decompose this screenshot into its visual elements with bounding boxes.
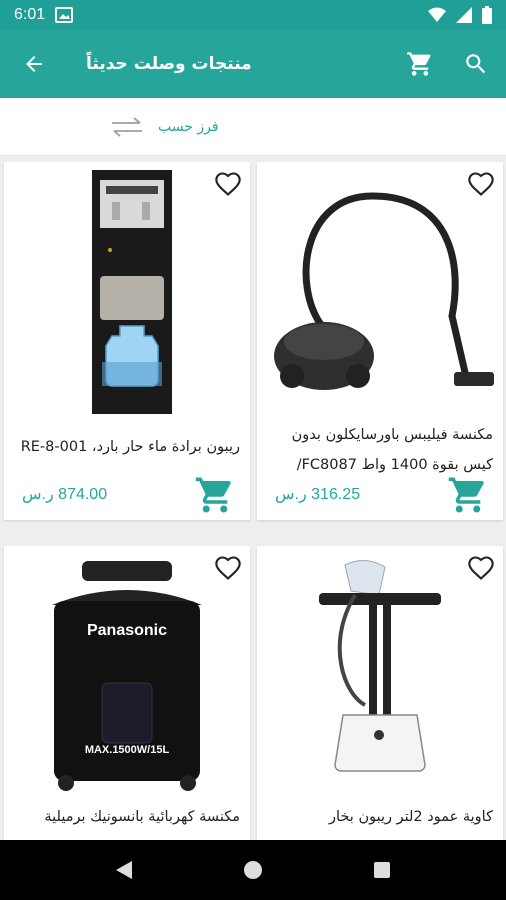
favorite-icon[interactable]: [467, 170, 495, 198]
system-nav-bar: [0, 840, 506, 900]
status-icons: [428, 6, 492, 24]
sort-label: فرز حسب: [158, 118, 219, 135]
signal-icon: [456, 7, 472, 23]
panasonic-brand-text: Panasonic: [87, 622, 167, 639]
add-to-cart-button[interactable]: [194, 474, 236, 516]
nav-back-icon[interactable]: [114, 859, 134, 881]
product-card[interactable]: مكنسة فيليبس باورسايكلون بدون كيس بقوة 1…: [257, 162, 503, 520]
search-button[interactable]: [452, 40, 500, 88]
product-image: [4, 162, 250, 420]
add-to-cart-icon: [195, 477, 231, 513]
battery-icon: [482, 6, 492, 24]
app-bar: منتجات وصلت حديثاً: [0, 30, 506, 98]
product-image: Panasonic MAX.1500W/15L: [4, 546, 250, 804]
arrow-back-icon: [26, 56, 42, 72]
product-name: مكنسة فيليبس باورسايكلون بدون كيس بقوة 1…: [291, 427, 493, 473]
shopping-cart-icon: [407, 52, 431, 76]
nav-recents-icon[interactable]: [372, 860, 392, 880]
page-title: منتجات وصلت حديثاً: [86, 54, 252, 74]
sort-bar[interactable]: فرز حسب: [0, 98, 506, 156]
gallery-notification-icon: [55, 7, 74, 23]
product-price: 316.25 ر.س: [275, 486, 361, 503]
product-image: [257, 546, 503, 804]
power-rating-text: MAX.1500W/15L: [85, 744, 170, 756]
back-button[interactable]: [10, 40, 58, 88]
product-name: مكنسة كهربائية بانسونيك برميلية: [44, 809, 240, 825]
wifi-icon: [428, 7, 446, 22]
favorite-icon[interactable]: [467, 554, 495, 582]
search-icon: [466, 54, 486, 74]
nav-home-icon[interactable]: [242, 859, 264, 881]
product-name: ريبون برادة ماء حار بارد، RE-8-001: [20, 439, 240, 455]
add-to-cart-button[interactable]: [447, 474, 489, 516]
product-price: 874.00 ر.س: [22, 486, 108, 503]
status-bar: 6:01: [0, 0, 506, 30]
swap-arrows-icon: [112, 116, 142, 137]
status-time: 6:01: [14, 6, 46, 23]
add-to-cart-icon: [448, 477, 484, 513]
favorite-icon[interactable]: [214, 554, 242, 582]
product-card[interactable]: Panasonic MAX.1500W/15L مكنسة كهربائية ب…: [4, 546, 250, 846]
favorite-icon[interactable]: [214, 170, 242, 198]
product-name: كاوية عمود 2لتر ريبون بخار: [329, 809, 493, 825]
product-image: [257, 162, 503, 420]
cart-button[interactable]: [396, 40, 444, 88]
product-card[interactable]: ريبون برادة ماء حار بارد، RE-8-001 874.0…: [4, 162, 250, 520]
product-card[interactable]: كاوية عمود 2لتر ريبون بخار: [257, 546, 503, 846]
